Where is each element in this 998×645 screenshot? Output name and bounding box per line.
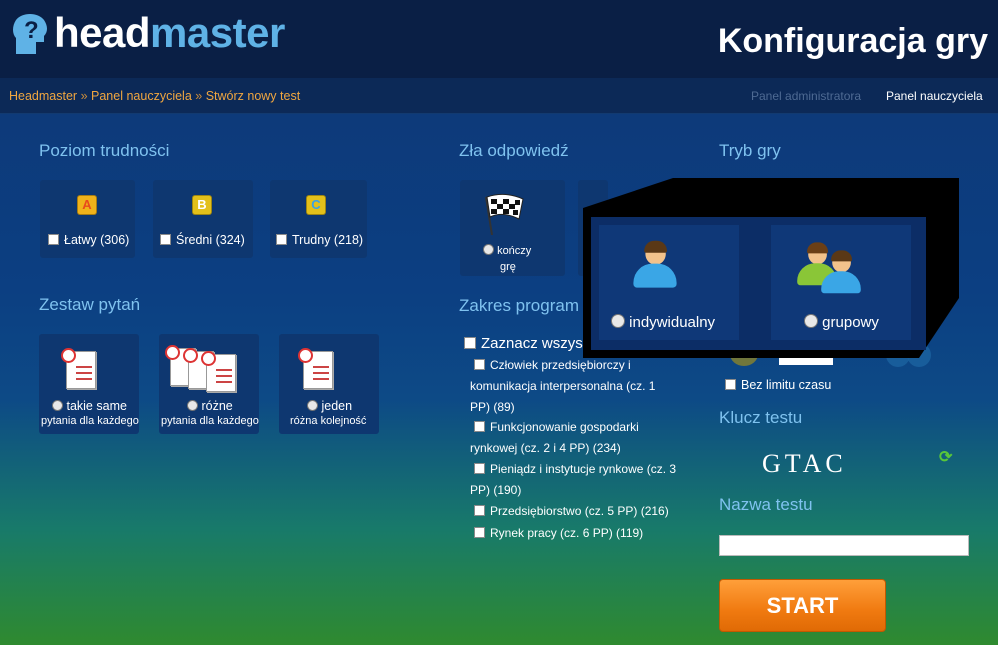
document-icon: [298, 348, 333, 389]
question-set-order-option[interactable]: jeden: [307, 399, 352, 413]
difficulty-hard-option[interactable]: Trudny (218): [276, 233, 363, 247]
difficulty-medium-option[interactable]: Średni (324): [160, 233, 245, 247]
no-time-limit-option[interactable]: Bez limitu czasu: [725, 378, 831, 392]
test-key-heading: Klucz testu: [719, 408, 803, 427]
page-title: Konfiguracja gry: [717, 22, 988, 60]
question-set-same-option[interactable]: takie same: [52, 399, 127, 413]
test-name-input[interactable]: [719, 535, 969, 556]
question-set-different-sub: pytania dla każdego: [161, 415, 259, 427]
breadcrumb-home[interactable]: Headmaster: [9, 89, 77, 103]
easy-checkbox[interactable]: [48, 234, 59, 245]
breadcrumb: Headmaster » Panel nauczyciela » Stwórz …: [9, 89, 301, 103]
refresh-icon[interactable]: ⟳: [939, 447, 952, 467]
ends-game-sub: grę: [500, 261, 516, 273]
scope-checkbox[interactable]: [474, 421, 485, 432]
individual-radio[interactable]: [611, 314, 625, 328]
logo[interactable]: ? headmaster: [10, 8, 285, 58]
individual-option[interactable]: indywidualny: [611, 314, 715, 331]
difficulty-easy-option[interactable]: Łatwy (306): [48, 233, 129, 247]
logo-wordmark: headmaster: [54, 9, 285, 56]
user-icon: [633, 240, 677, 288]
level-a-icon: A: [77, 195, 97, 215]
test-name-heading: Nazwa testu: [719, 495, 813, 514]
document-icon: [61, 348, 96, 389]
group-user-icon-front: [821, 250, 861, 294]
scope-checkbox[interactable]: [474, 505, 485, 516]
level-b-icon: B: [192, 195, 212, 215]
question-set-same-sub: pytania dla każdego: [41, 415, 139, 427]
difficulty-heading: Poziom trudności: [39, 141, 170, 160]
group-option[interactable]: grupowy: [804, 314, 879, 331]
scope-heading: Zakres program: [459, 296, 579, 315]
question-set-order-sub: różna kolejność: [290, 415, 367, 427]
breadcrumb-teacher-panel[interactable]: Panel nauczyciela: [91, 89, 192, 103]
wrong-answer-heading: Zła odpowiedź: [459, 141, 569, 160]
question-set-different-option[interactable]: różne: [187, 399, 233, 413]
scope-item[interactable]: Rynek pracy (cz. 6 PP) (119): [474, 523, 643, 544]
ends-game-radio[interactable]: [483, 244, 494, 255]
start-button[interactable]: START: [719, 579, 886, 632]
test-key-value: GTAC: [762, 449, 847, 478]
scope-item[interactable]: Przedsiębiorstwo (cz. 5 PP) (216): [474, 501, 669, 522]
document-icon: [201, 351, 236, 392]
breadcrumb-create-test[interactable]: Stwórz nowy test: [206, 89, 300, 103]
different-radio[interactable]: [187, 400, 198, 411]
svg-text:?: ?: [24, 17, 39, 44]
select-all-checkbox[interactable]: [464, 337, 476, 349]
hard-checkbox[interactable]: [276, 234, 287, 245]
scope-checkbox[interactable]: [474, 463, 485, 474]
group-radio[interactable]: [804, 314, 818, 328]
scope-item[interactable]: Człowiek przedsiębiorczy i komunikacja i…: [470, 355, 695, 418]
ends-game-option[interactable]: kończy: [483, 244, 531, 257]
level-c-icon: C: [306, 195, 326, 215]
same-radio[interactable]: [52, 400, 63, 411]
head-question-icon: ?: [13, 14, 47, 54]
scope-item[interactable]: Pieniądz i instytucje rynkowe (cz. 3 PP)…: [470, 459, 695, 501]
scope-checkbox[interactable]: [474, 359, 485, 370]
group-user-icon-back: [797, 242, 837, 286]
teacher-panel-link[interactable]: Panel nauczyciela: [886, 89, 983, 103]
select-all-option[interactable]: Zaznacz wszys: [464, 335, 583, 352]
order-radio[interactable]: [307, 400, 318, 411]
medium-checkbox[interactable]: [160, 234, 171, 245]
game-mode-heading: Tryb gry: [719, 141, 781, 160]
scope-item[interactable]: Funkcjonowanie gospodarki rynkowej (cz. …: [470, 417, 695, 459]
no-time-limit-checkbox[interactable]: [725, 379, 736, 390]
admin-panel-link[interactable]: Panel administratora: [751, 89, 861, 103]
checkered-flag-icon: [485, 193, 524, 235]
scope-checkbox[interactable]: [474, 527, 485, 538]
question-set-heading: Zestaw pytań: [39, 295, 141, 314]
